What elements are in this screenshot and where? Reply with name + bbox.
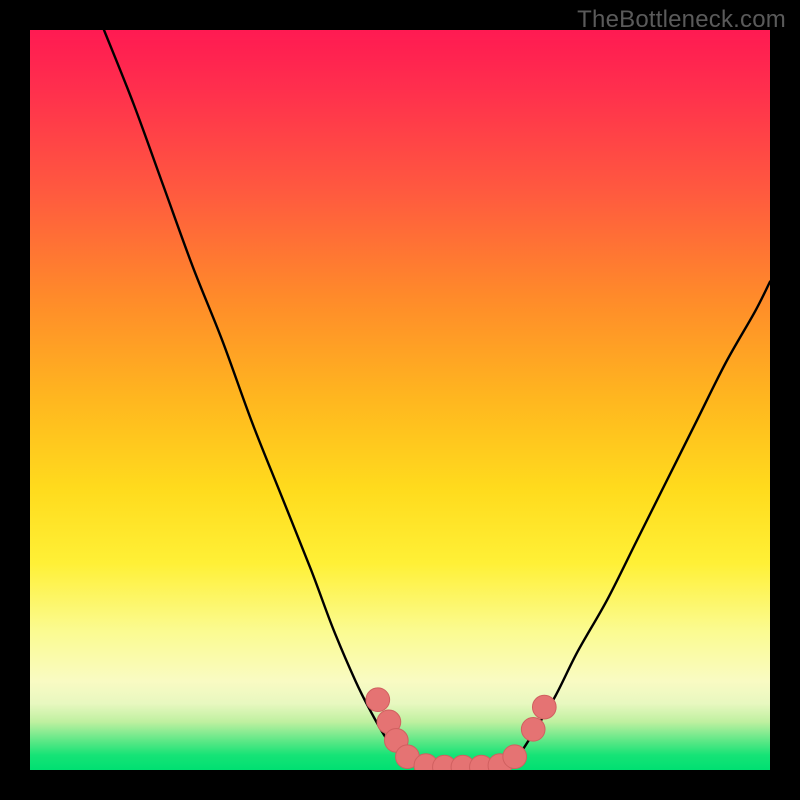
chart-frame: TheBottleneck.com (0, 0, 800, 800)
data-marker (521, 717, 545, 741)
markers-group (366, 688, 556, 770)
curve-left (104, 30, 415, 766)
watermark-text: TheBottleneck.com (577, 6, 786, 34)
data-marker (532, 695, 556, 719)
plot-area (30, 30, 770, 770)
data-marker (503, 745, 527, 769)
curve-right (504, 282, 770, 766)
data-marker (366, 688, 390, 712)
curve-layer (30, 30, 770, 770)
